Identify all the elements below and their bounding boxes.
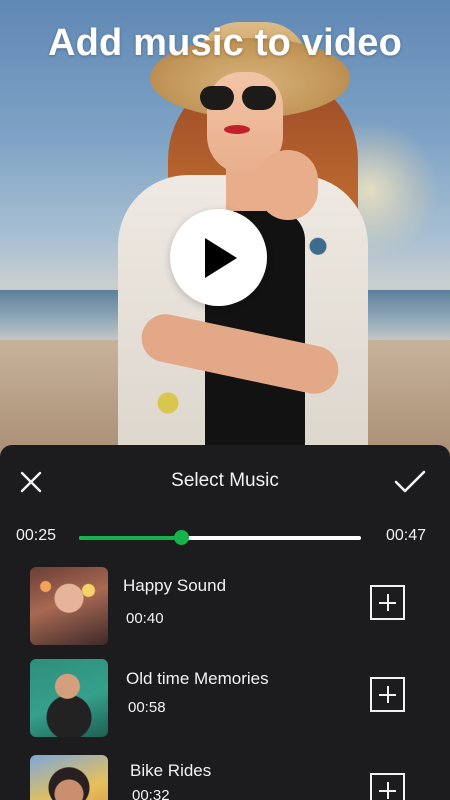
end-time: 00:47: [385, 527, 426, 544]
add-track-button[interactable]: [370, 677, 405, 712]
headline: Add music to video: [47, 22, 403, 64]
confirm-button[interactable]: [393, 468, 427, 496]
slider-progress: [79, 536, 181, 540]
track-thumbnail: [30, 659, 108, 737]
track-title: Bike Rides: [130, 761, 212, 780]
track-duration: 00:58: [128, 699, 166, 716]
track-duration: 00:40: [126, 610, 164, 627]
music-timeline: 00:25 00:47: [0, 525, 450, 549]
track-item[interactable]: Bike Rides 00:32: [0, 755, 450, 800]
track-title: Old time Memories: [126, 669, 269, 688]
play-button[interactable]: [170, 209, 267, 306]
sheet-header: Select Music: [0, 445, 450, 517]
play-icon: [204, 237, 237, 278]
trim-slider[interactable]: [79, 530, 361, 545]
track-title: Happy Sound: [123, 576, 227, 595]
add-track-button[interactable]: [370, 773, 405, 800]
slider-handle[interactable]: [173, 530, 189, 545]
checkmark-icon: [394, 470, 426, 493]
start-time: 00:25: [16, 527, 57, 544]
sheet-title: Select Music: [171, 470, 279, 491]
woman-hand: [258, 150, 318, 220]
track-thumbnail: [30, 755, 108, 800]
add-track-button[interactable]: [370, 585, 405, 620]
track-duration: 00:32: [132, 787, 170, 800]
lips: [224, 125, 250, 134]
track-item[interactable]: Happy Sound 00:40: [0, 567, 450, 647]
track-item[interactable]: Old time Memories 00:58: [0, 659, 450, 739]
select-music-sheet: Select Music 00:25 00:47 Happy Sound 00:…: [0, 445, 450, 800]
sunglasses: [200, 86, 278, 112]
track-thumbnail: [30, 567, 108, 645]
